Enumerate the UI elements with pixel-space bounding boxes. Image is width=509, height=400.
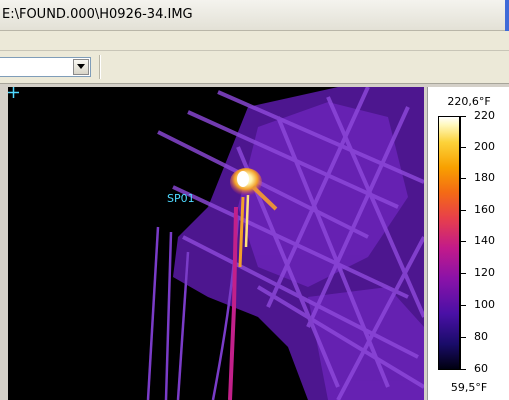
tick-mark [460,241,466,242]
tick-mark [460,178,466,179]
color-palette-bar [438,116,460,370]
scale-axis-line [460,116,461,370]
tick-label: 220 [474,109,495,122]
tick-mark [460,369,466,370]
tick-label: 140 [474,234,495,247]
scale-min-label: 59,5°F [450,381,488,394]
title-bar: E:\FOUND.000\H0926-34.IMG [0,0,509,31]
spot-marker-label: SP01 [167,192,195,205]
toolbar-separator [99,55,101,79]
tick-mark [460,147,466,148]
tick-mark [460,337,466,338]
tick-label: 100 [474,298,495,311]
scale-ticks: 220 200 180 160 140 120 100 80 60 [460,87,509,400]
thermal-image[interactable]: SP01 [8,87,424,400]
tick-mark [460,116,466,117]
temperature-scale: 220,6°F 220 200 180 160 140 120 100 80 6… [427,87,509,400]
tick-label: 60 [474,362,488,375]
tick-label: 160 [474,203,495,216]
tick-mark [460,210,466,211]
thermal-image-drawing [8,87,424,400]
window-frame-edge [505,0,509,31]
crosshair-icon[interactable] [8,87,19,98]
menu-bar [0,31,509,51]
image-workspace: SP01 220,6°F 220 200 180 160 140 120 100… [0,84,509,400]
chevron-down-icon [77,64,85,69]
tick-label: 80 [474,330,488,343]
window-title: E:\FOUND.000\H0926-34.IMG [2,7,193,22]
tick-label: 180 [474,171,495,184]
combo-dropdown-button[interactable] [73,59,89,75]
toolbar [0,51,509,84]
tick-label: 200 [474,140,495,153]
tick-mark [460,273,466,274]
tick-mark [460,305,466,306]
tick-label: 120 [474,266,495,279]
toolbar-combo-box[interactable] [0,57,91,77]
